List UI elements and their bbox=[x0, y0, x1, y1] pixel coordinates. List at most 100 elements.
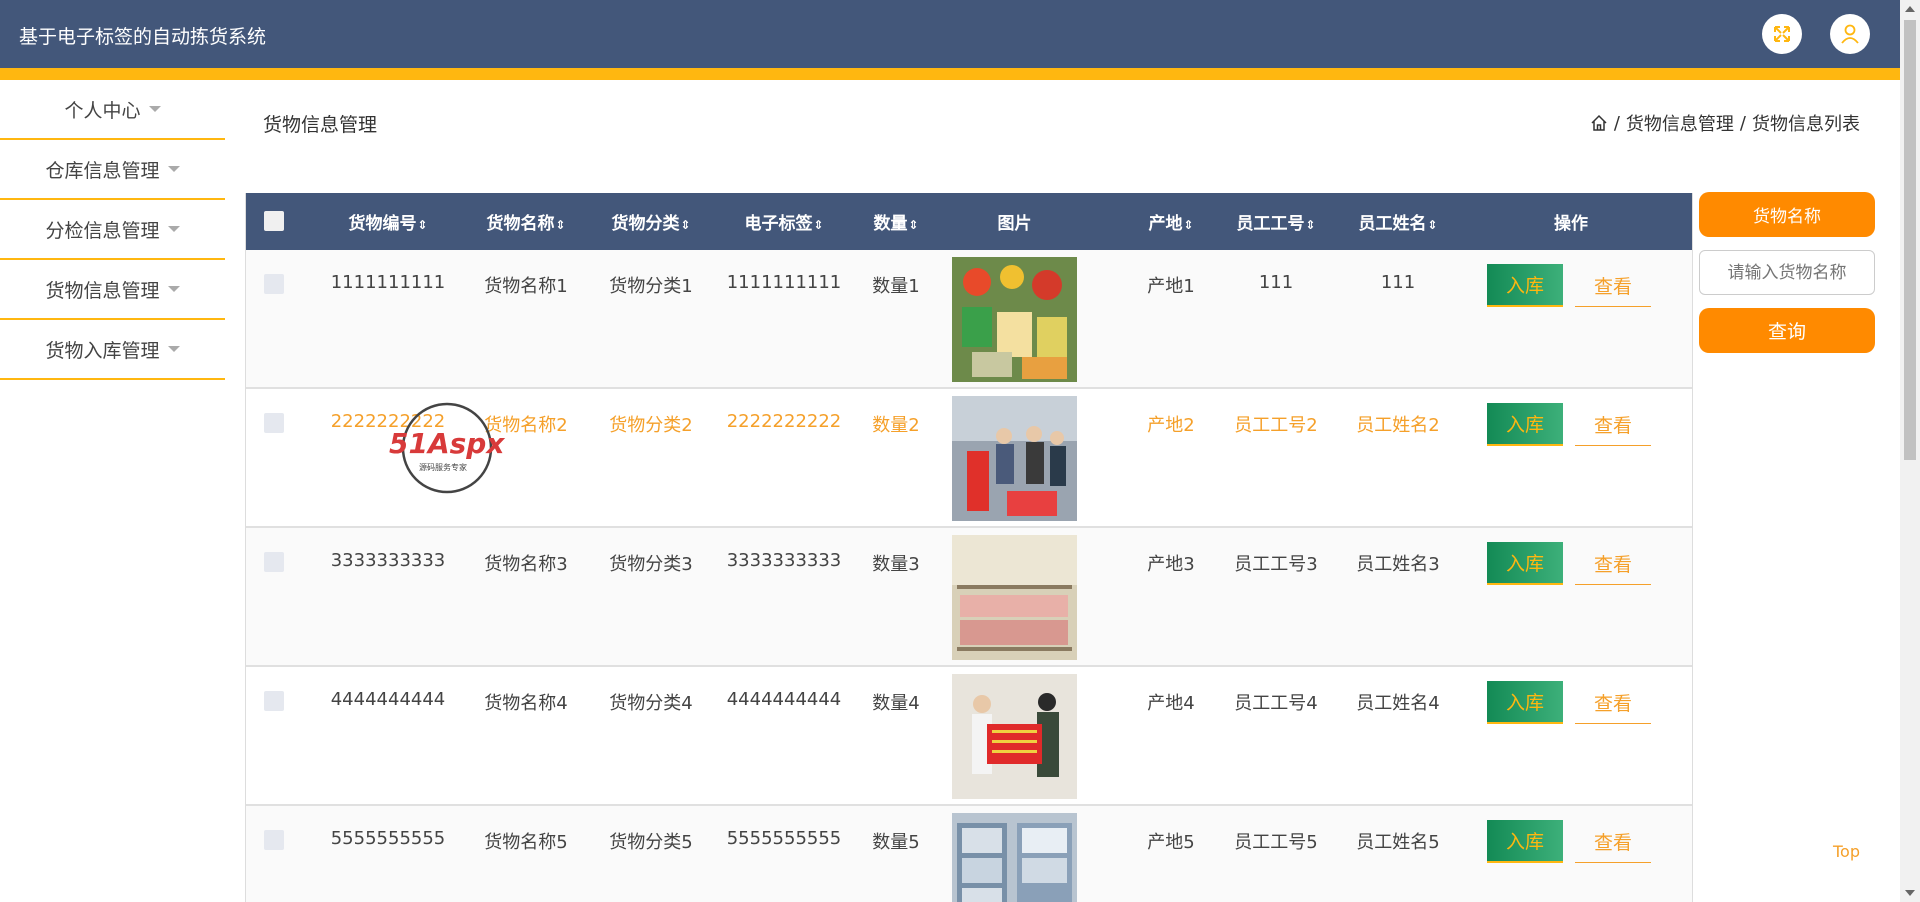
cell-emp-name: 员工姓名5 bbox=[1356, 832, 1440, 853]
sort-icon: ⇕ bbox=[908, 218, 919, 232]
cell-tag: 3333333333 bbox=[726, 550, 842, 571]
user-button[interactable] bbox=[1830, 14, 1870, 54]
cell-emp-name: 员工姓名4 bbox=[1356, 693, 1440, 714]
table-row: 3333333333 货物名称3 货物分类3 3333333333 数量3 产地… bbox=[246, 528, 1692, 667]
goods-image[interactable] bbox=[952, 535, 1077, 660]
caret-down-icon bbox=[167, 166, 180, 172]
inbound-button[interactable]: 入库 bbox=[1487, 820, 1563, 863]
header-category[interactable]: 货物分类⇕ bbox=[586, 209, 716, 234]
cell-tag: 1111111111 bbox=[726, 272, 842, 293]
goods-image[interactable] bbox=[952, 257, 1077, 382]
cell-qty: 数量3 bbox=[872, 554, 920, 575]
sidebar-item-warehouse[interactable]: 仓库信息管理 bbox=[0, 140, 225, 200]
vertical-scrollbar[interactable] bbox=[1900, 0, 1920, 902]
cell-tag: 5555555555 bbox=[726, 828, 842, 849]
search-input[interactable] bbox=[1699, 250, 1875, 295]
sidebar-item-label: 货物信息管理 bbox=[45, 279, 160, 302]
cell-origin: 产地1 bbox=[1147, 276, 1195, 297]
cell-emp-name: 111 bbox=[1380, 272, 1416, 293]
back-to-top-link[interactable]: Top bbox=[1833, 842, 1860, 861]
cell-qty: 数量2 bbox=[872, 415, 920, 436]
cell-code: 3333333333 bbox=[330, 550, 446, 571]
app-title: 基于电子标签的自动拣货系统 bbox=[19, 26, 267, 48]
select-all-checkbox[interactable] bbox=[264, 211, 284, 231]
cell-emp-name: 员工姓名3 bbox=[1356, 554, 1440, 575]
cell-name: 货物名称3 bbox=[484, 554, 568, 575]
search-panel: 货物名称 查询 bbox=[1699, 192, 1877, 353]
caret-down-icon bbox=[167, 286, 180, 292]
view-button[interactable]: 查看 bbox=[1575, 681, 1651, 724]
cell-name: 货物名称4 bbox=[484, 693, 568, 714]
cell-emp-id: 员工工号5 bbox=[1234, 832, 1318, 853]
inbound-button[interactable]: 入库 bbox=[1487, 542, 1563, 585]
search-button[interactable]: 查询 bbox=[1699, 308, 1875, 353]
sidebar-item-label: 货物入库管理 bbox=[45, 339, 160, 362]
sidebar-item-label: 仓库信息管理 bbox=[45, 159, 160, 182]
scrollbar-thumb[interactable] bbox=[1904, 20, 1916, 460]
sort-icon: ⇕ bbox=[555, 218, 566, 232]
header-tag[interactable]: 电子标签⇕ bbox=[714, 209, 854, 234]
user-icon bbox=[1841, 24, 1859, 44]
fullscreen-button[interactable] bbox=[1762, 14, 1802, 54]
cell-tag: 4444444444 bbox=[726, 689, 842, 710]
header-code[interactable]: 货物编号⇕ bbox=[318, 209, 458, 234]
sidebar-item-label: 个人中心 bbox=[64, 99, 141, 122]
home-icon[interactable] bbox=[1590, 114, 1608, 132]
sort-icon: ⇕ bbox=[1427, 218, 1438, 232]
cell-emp-id: 员工工号2 bbox=[1234, 415, 1318, 436]
goods-image[interactable] bbox=[952, 396, 1077, 521]
row-checkbox[interactable] bbox=[264, 691, 284, 711]
sidebar-item-label: 分检信息管理 bbox=[45, 219, 160, 242]
breadcrumb-separator: / bbox=[1613, 112, 1620, 134]
sort-icon: ⇕ bbox=[680, 218, 691, 232]
table-row: 5555555555 货物名称5 货物分类5 5555555555 数量5 产地… bbox=[246, 806, 1692, 902]
inbound-button[interactable]: 入库 bbox=[1487, 681, 1563, 724]
cell-origin: 产地3 bbox=[1147, 554, 1195, 575]
caret-down-icon bbox=[167, 346, 180, 352]
view-button[interactable]: 查看 bbox=[1575, 820, 1651, 863]
cell-emp-id: 员工工号3 bbox=[1234, 554, 1318, 575]
cell-tag: 2222222222 bbox=[726, 411, 842, 432]
goods-table: 货物编号⇕ 货物名称⇕ 货物分类⇕ 电子标签⇕ 数量⇕ 图片 产地⇕ 员工工号⇕… bbox=[245, 193, 1693, 902]
goods-image[interactable] bbox=[952, 813, 1077, 902]
cell-category: 货物分类1 bbox=[609, 276, 693, 297]
header-emp-name[interactable]: 员工姓名⇕ bbox=[1338, 209, 1458, 234]
sidebar: 个人中心 仓库信息管理 分检信息管理 货物信息管理 货物入库管理 bbox=[0, 80, 225, 380]
goods-image[interactable] bbox=[952, 674, 1077, 799]
sidebar-item-personal[interactable]: 个人中心 bbox=[0, 80, 225, 140]
cell-code: 4444444444 bbox=[330, 689, 446, 710]
row-checkbox[interactable] bbox=[264, 413, 284, 433]
row-checkbox[interactable] bbox=[264, 274, 284, 294]
view-button[interactable]: 查看 bbox=[1575, 403, 1651, 446]
breadcrumb-item-list: 货物信息列表 bbox=[1752, 114, 1860, 135]
view-button[interactable]: 查看 bbox=[1575, 542, 1651, 585]
scroll-down-icon[interactable] bbox=[1905, 890, 1915, 896]
inbound-button[interactable]: 入库 bbox=[1487, 403, 1563, 446]
cell-emp-name: 员工姓名2 bbox=[1356, 415, 1440, 436]
inbound-button[interactable]: 入库 bbox=[1487, 264, 1563, 307]
cell-qty: 数量4 bbox=[872, 693, 920, 714]
row-checkbox[interactable] bbox=[264, 830, 284, 850]
view-button[interactable]: 查看 bbox=[1575, 264, 1651, 307]
table-row: 1111111111 货物名称1 货物分类1 1111111111 数量1 产地… bbox=[246, 250, 1692, 389]
sidebar-item-goods[interactable]: 货物信息管理 bbox=[0, 260, 225, 320]
breadcrumb-separator: / bbox=[1739, 112, 1746, 134]
header-qty[interactable]: 数量⇕ bbox=[856, 209, 936, 234]
header-name[interactable]: 货物名称⇕ bbox=[466, 209, 586, 234]
row-checkbox[interactable] bbox=[264, 552, 284, 572]
expand-icon bbox=[1774, 26, 1790, 42]
table-header: 货物编号⇕ 货物名称⇕ 货物分类⇕ 电子标签⇕ 数量⇕ 图片 产地⇕ 员工工号⇕… bbox=[246, 193, 1692, 250]
cell-category: 货物分类2 bbox=[609, 415, 693, 436]
cell-emp-id: 111 bbox=[1258, 272, 1294, 293]
search-label: 货物名称 bbox=[1699, 192, 1875, 237]
breadcrumb: / 货物信息管理 / 货物信息列表 bbox=[1590, 110, 1860, 136]
sidebar-item-sorting[interactable]: 分检信息管理 bbox=[0, 200, 225, 260]
header-origin[interactable]: 产地⇕ bbox=[1126, 209, 1216, 234]
breadcrumb-item-goods[interactable]: 货物信息管理 bbox=[1626, 110, 1734, 136]
svg-text:51Aspx: 51Aspx bbox=[389, 427, 505, 460]
header-emp-id[interactable]: 员工工号⇕ bbox=[1216, 209, 1336, 234]
sidebar-item-inbound[interactable]: 货物入库管理 bbox=[0, 320, 225, 380]
sort-icon: ⇕ bbox=[1305, 218, 1316, 232]
scroll-up-icon[interactable] bbox=[1905, 6, 1915, 12]
page-title: 货物信息管理 bbox=[263, 114, 378, 136]
